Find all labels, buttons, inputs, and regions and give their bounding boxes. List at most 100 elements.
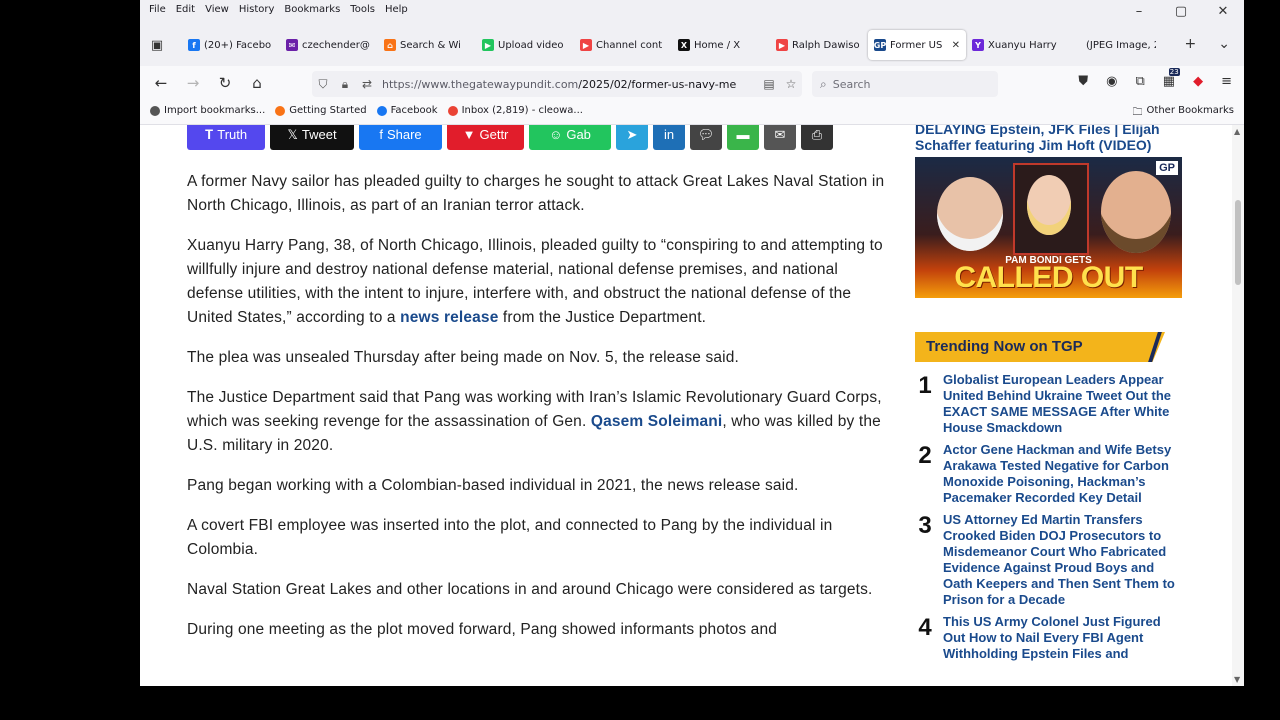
permissions-icon[interactable]: ⇄ xyxy=(356,77,378,91)
trending-headline[interactable]: US Attorney Ed Martin Transfers Crooked … xyxy=(943,512,1183,608)
tab-favicon-icon: ▶ xyxy=(580,39,592,51)
trending-item[interactable]: 3 US Attorney Ed Martin Transfers Crooked… xyxy=(915,512,1185,608)
share-button-truth[interactable]: 𝐓 Truth xyxy=(187,125,265,150)
bookmark-item[interactable]: Facebook xyxy=(376,105,438,116)
tab-label: Upload video xyxy=(498,39,564,51)
bookmark-label: Inbox (2,819) - cleowa... xyxy=(461,105,583,116)
back-icon[interactable]: ← xyxy=(152,74,170,92)
share-button-email[interactable]: ✉ xyxy=(764,125,796,150)
share-button-gettr[interactable]: ▼ Gettr xyxy=(447,125,524,150)
soleimani-link[interactable]: Qasem Soleimani xyxy=(591,413,722,430)
minimize-icon[interactable]: – xyxy=(1118,0,1160,24)
share-label: Tweet xyxy=(301,127,337,142)
bookmark-favicon-icon xyxy=(376,105,387,116)
brave-extension-icon[interactable]: ◆ xyxy=(1193,74,1203,89)
scroll-thumb[interactable] xyxy=(1235,200,1241,285)
account-icon[interactable]: ◉ xyxy=(1106,74,1117,89)
search-bar[interactable]: ⌕ Search xyxy=(812,71,998,97)
new-tab-icon[interactable]: + xyxy=(1185,36,1197,52)
share-button-print[interactable]: ⎙ xyxy=(801,125,833,150)
bookmark-item[interactable]: Import bookmarks... xyxy=(150,105,265,116)
page-scrollbar[interactable]: ▲ ▼ xyxy=(1232,125,1244,686)
share-button-facebook[interactable]: f Share xyxy=(359,125,442,150)
navigation-bar: ← → ↻ ⌂ ⛉ 🔒︎ ⇄ https://www.thegatewaypun… xyxy=(140,66,1244,100)
trending-item[interactable]: 1 Globalist European Leaders Appear Unite… xyxy=(915,372,1185,436)
share-button-x[interactable]: 𝕏 Tweet xyxy=(270,125,354,150)
article-paragraph: A covert FBI employee was inserted into … xyxy=(187,517,833,558)
tab-strip: ▣ f (20+) Facebo ✉ czechender@ ⌂ Search & Wi ▶… xyxy=(148,30,1162,60)
news-release-link[interactable]: news release xyxy=(400,309,498,326)
share-button-comment[interactable]: 💬︎ xyxy=(690,125,722,150)
tab-label: Channel cont xyxy=(596,39,663,51)
home-icon[interactable]: ⌂ xyxy=(248,74,266,92)
share-button-gab[interactable]: ☺ Gab xyxy=(529,125,611,150)
url-host: https://www.thegatewaypundit.com xyxy=(382,77,579,91)
maximize-icon[interactable]: ▢ xyxy=(1160,0,1202,24)
share-bar: 𝐓 Truth 𝕏 Tweet f Share ▼ Gettr ☺ Gab ➤ in 💬︎ ▬ ✉ ⎙ xyxy=(187,125,833,150)
article-paragraph: Naval Station Great Lakes and other loca… xyxy=(187,581,873,598)
menu-tools[interactable]: Tools xyxy=(345,2,380,18)
tab-1[interactable]: ✉ czechender@ xyxy=(280,30,378,60)
trending-headline[interactable]: Globalist European Leaders Appear United… xyxy=(943,372,1183,436)
tab-8[interactable]: Y Xuanyu Harry xyxy=(966,30,1064,60)
search-input[interactable]: Search xyxy=(833,78,871,91)
url-bar[interactable]: ⛉ 🔒︎ ⇄ https://www.thegatewaypundit.com/… xyxy=(312,71,802,97)
share-label: Share xyxy=(386,127,422,142)
extensions-icon[interactable]: ⧉ xyxy=(1136,74,1145,89)
linkedin-icon: in xyxy=(663,127,675,142)
url-text[interactable]: https://www.thegatewaypundit.com/2025/02… xyxy=(382,78,758,91)
article-paragraph: The Justice Department said that Pang wa… xyxy=(187,386,887,458)
tab-4[interactable]: ▶ Channel cont xyxy=(574,30,672,60)
other-bookmarks[interactable]: 🗀︎ Other Bookmarks xyxy=(1133,105,1234,122)
hamburger-menu-icon[interactable]: ≡ xyxy=(1221,74,1232,89)
lock-icon[interactable]: 🔒︎ xyxy=(334,77,356,92)
tab-close-icon[interactable]: ✕ xyxy=(952,40,960,51)
menu-history[interactable]: History xyxy=(234,2,280,18)
tab-9[interactable]: (JPEG Image, 204 xyxy=(1064,30,1162,60)
bookmark-item[interactable]: Inbox (2,819) - cleowa... xyxy=(447,105,583,116)
bookmark-star-icon[interactable]: ☆ xyxy=(780,77,802,91)
video-thumbnail[interactable]: GP PAM BONDI GETS CALLED OUT xyxy=(915,157,1182,298)
trending-headline[interactable]: This US Army Colonel Just Figured Out Ho… xyxy=(943,614,1183,662)
share-button-telegram[interactable]: ➤ xyxy=(616,125,648,150)
reload-icon[interactable]: ↻ xyxy=(216,74,234,92)
gettr-icon: ▼ xyxy=(462,127,476,142)
thumbnail-badge: GP xyxy=(1156,161,1178,175)
article-paragraph: Xuanyu Harry Pang, 38, of North Chicago,… xyxy=(187,234,887,330)
tab-list-icon[interactable]: ▣ xyxy=(148,38,166,53)
trending-item[interactable]: 2 Actor Gene Hackman and Wife Betsy Araka… xyxy=(915,442,1185,506)
tab-2[interactable]: ⌂ Search & Wi xyxy=(378,30,476,60)
scroll-down-icon[interactable]: ▼ xyxy=(1234,675,1240,684)
menu-file[interactable]: File xyxy=(144,2,171,18)
sidebar-video-title[interactable]: DELAYING Epstein, JFK Files | Elijah Sch… xyxy=(915,125,1185,153)
tab-strip-controls: + ⌄ xyxy=(1185,36,1230,52)
share-button-sms[interactable]: ▬ xyxy=(727,125,759,150)
menu-view[interactable]: View xyxy=(200,2,234,18)
bookmark-item[interactable]: Getting Started xyxy=(275,105,367,116)
forward-icon[interactable]: → xyxy=(184,74,202,92)
menu-edit[interactable]: Edit xyxy=(171,2,200,18)
sms-icon: ▬ xyxy=(736,127,750,142)
tab-6[interactable]: ▶ Ralph Dawiso xyxy=(770,30,868,60)
close-icon[interactable]: ✕ xyxy=(1202,0,1244,24)
toolbar-icons: ⛊ ◉ ⧉ ▦ 23 ◆ ≡ xyxy=(1078,68,1232,89)
truth-icon: 𝐓 xyxy=(204,126,214,142)
trending-heading: Trending Now on TGP xyxy=(915,332,1165,362)
menu-bookmarks[interactable]: Bookmarks xyxy=(279,2,345,18)
tab-5[interactable]: X Home / X xyxy=(672,30,770,60)
tab-7[interactable]: GP Former US ✕ xyxy=(868,30,966,60)
extension-badge-icon[interactable]: ▦ 23 xyxy=(1163,68,1180,89)
scroll-up-icon[interactable]: ▲ xyxy=(1234,127,1240,136)
trending-headline[interactable]: Actor Gene Hackman and Wife Betsy Arakaw… xyxy=(943,442,1183,506)
list-all-tabs-icon[interactable]: ⌄ xyxy=(1218,36,1230,52)
tab-3[interactable]: ▶ Upload video xyxy=(476,30,574,60)
title-bar: File Edit View History Bookmarks Tools Help – … xyxy=(140,0,1244,66)
menu-help[interactable]: Help xyxy=(380,2,413,18)
reader-view-icon[interactable]: ▤ xyxy=(758,77,780,91)
tracking-shield-icon[interactable]: ⛉ xyxy=(312,77,334,92)
share-button-linkedin[interactable]: in xyxy=(653,125,685,150)
trending-item[interactable]: 4 This US Army Colonel Just Figured Out H… xyxy=(915,614,1185,662)
pocket-icon[interactable]: ⛊ xyxy=(1078,74,1088,89)
tab-0[interactable]: f (20+) Facebo xyxy=(182,30,280,60)
tab-label: Former US xyxy=(890,39,943,51)
